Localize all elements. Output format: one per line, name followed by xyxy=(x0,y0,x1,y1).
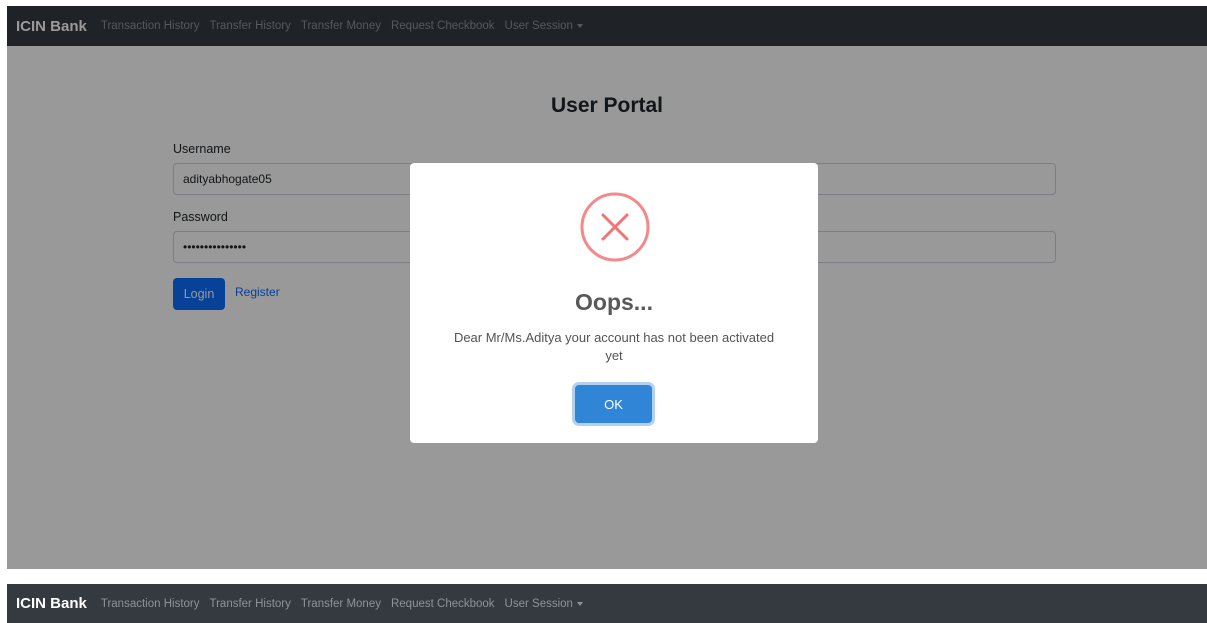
error-dialog: Oops... Dear Mr/Ms.Aditya your account h… xyxy=(410,163,818,443)
caret-down-icon xyxy=(576,601,583,606)
nav-transfer-history[interactable]: Transfer History xyxy=(210,598,291,610)
browser-viewport: ICIN Bank Transaction History Transfer H… xyxy=(7,6,1207,569)
nav-transfer-money[interactable]: Transfer Money xyxy=(301,598,381,610)
dialog-message: Dear Mr/Ms.Aditya your account has not b… xyxy=(453,330,775,363)
navbar-brand[interactable]: ICIN Bank xyxy=(16,595,87,612)
dialog-title: Oops... xyxy=(575,289,653,315)
nav-request-checkbook[interactable]: Request Checkbook xyxy=(391,598,495,610)
nav-user-session-label: User Session xyxy=(504,597,573,610)
error-x-icon xyxy=(580,192,650,262)
bottom-navbar: ICIN Bank Transaction History Transfer H… xyxy=(7,584,1207,623)
nav-transaction-history[interactable]: Transaction History xyxy=(101,598,200,610)
ok-button[interactable]: OK xyxy=(575,385,652,423)
nav-user-session-dropdown[interactable]: User Session xyxy=(505,598,583,610)
